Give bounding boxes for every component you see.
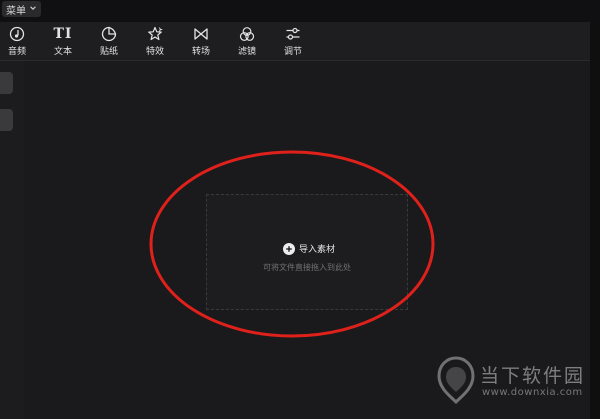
chevron-down-icon (29, 4, 37, 15)
filter-icon (238, 25, 256, 43)
audio-icon (8, 25, 26, 43)
tab-effects-label: 特效 (145, 47, 164, 57)
sidebar-tab-2[interactable] (0, 109, 13, 131)
tab-audio-label: 音频 (7, 47, 26, 57)
sticker-icon (100, 25, 118, 43)
tab-transition-label: 转场 (191, 47, 210, 57)
watermark-name: 当下软件园 (480, 365, 586, 387)
media-toolbar: 音频 TI 文本 贴纸 特效 转场 滤镜 调节 (0, 22, 590, 61)
tab-audio[interactable]: 音频 (0, 25, 37, 59)
tab-text-label: 文本 (53, 47, 72, 57)
tab-sticker-label: 贴纸 (99, 47, 118, 57)
watermark-logo-icon (437, 356, 475, 405)
annotation-ellipse (149, 150, 435, 338)
effects-icon (146, 25, 164, 43)
menu-button[interactable]: 菜单 (2, 1, 41, 17)
top-menu-bar: 菜单 (0, 0, 600, 22)
adjust-icon (284, 25, 302, 43)
tab-sticker[interactable]: 贴纸 (89, 25, 129, 59)
tab-filter-label: 滤镜 (237, 47, 256, 57)
tab-adjust[interactable]: 调节 (273, 25, 313, 59)
menu-label: 菜单 (6, 5, 26, 17)
tab-transition[interactable]: 转场 (181, 25, 221, 59)
text-icon: TI (53, 26, 73, 42)
sidebar-tab-1[interactable] (0, 72, 13, 94)
watermark-url: www.downxia.com (482, 387, 583, 398)
tab-text[interactable]: TI 文本 (43, 25, 83, 59)
watermark: 当下软件园 www.downxia.com (436, 353, 594, 409)
tab-effects[interactable]: 特效 (135, 25, 175, 59)
tab-adjust-label: 调节 (283, 47, 302, 57)
transition-icon (192, 25, 210, 43)
tab-filter[interactable]: 滤镜 (227, 25, 267, 59)
